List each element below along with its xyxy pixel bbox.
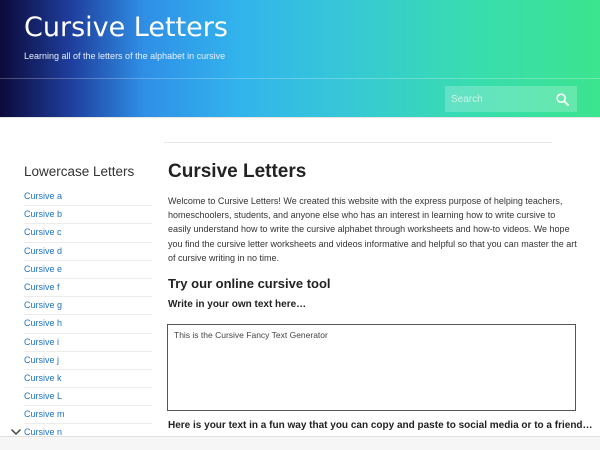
content-divider — [164, 142, 552, 143]
header-divider — [0, 78, 600, 79]
sidebar-item-cursive-g[interactable]: Cursive g — [24, 297, 152, 316]
chevron-down-icon — [10, 428, 22, 436]
bottom-bar — [0, 436, 600, 450]
tool-heading: Try our online cursive tool — [168, 276, 331, 292]
sidebar-item-cursive-i[interactable]: Cursive i — [24, 334, 152, 352]
search-input[interactable] — [445, 86, 545, 112]
sidebar-item-cursive-l[interactable]: Cursive L — [24, 388, 152, 407]
sidebar-item-cursive-k[interactable]: Cursive k — [24, 370, 152, 389]
write-label: Write in your own text here… — [168, 299, 307, 311]
sidebar-item-cursive-a[interactable]: Cursive a — [24, 188, 152, 207]
cursive-text-input[interactable]: This is the Cursive Fancy Text Generator — [167, 324, 576, 411]
sidebar-item-cursive-m[interactable]: Cursive m — [24, 406, 152, 425]
page-title: Cursive Letters — [168, 161, 307, 182]
collapse-toggle[interactable] — [6, 425, 26, 439]
sidebar-item-cursive-h[interactable]: Cursive h — [24, 315, 152, 334]
main-content: Cursive Letters Welcome to Cursive Lette… — [168, 160, 578, 312]
site-description: Learning all of the letters of the alpha… — [24, 51, 226, 61]
sidebar-item-cursive-b[interactable]: Cursive b — [24, 206, 152, 225]
sidebar-item-cursive-d[interactable]: Cursive d — [24, 243, 152, 261]
intro-paragraph: Welcome to Cursive Letters! We created t… — [168, 196, 577, 263]
search-button[interactable] — [548, 86, 577, 112]
sidebar-item-cursive-e[interactable]: Cursive e — [24, 261, 152, 279]
search-icon — [556, 92, 569, 106]
sidebar-item-cursive-j[interactable]: Cursive j — [24, 352, 152, 370]
sidebar-item-cursive-c[interactable]: Cursive c — [24, 224, 152, 243]
site-title[interactable]: Cursive Letters — [24, 12, 228, 43]
result-label: Here is your text in a fun way that you … — [168, 420, 593, 431]
sidebar-item-cursive-f[interactable]: Cursive f — [24, 279, 152, 298]
site-header: Cursive Letters Learning all of the lett… — [0, 0, 600, 118]
sidebar-list: Cursive a Cursive b Cursive c Cursive d … — [24, 188, 152, 443]
sidebar-title: Lowercase Letters — [24, 164, 135, 179]
sidebar: Lowercase Letters Cursive a Cursive b Cu… — [24, 164, 152, 443]
